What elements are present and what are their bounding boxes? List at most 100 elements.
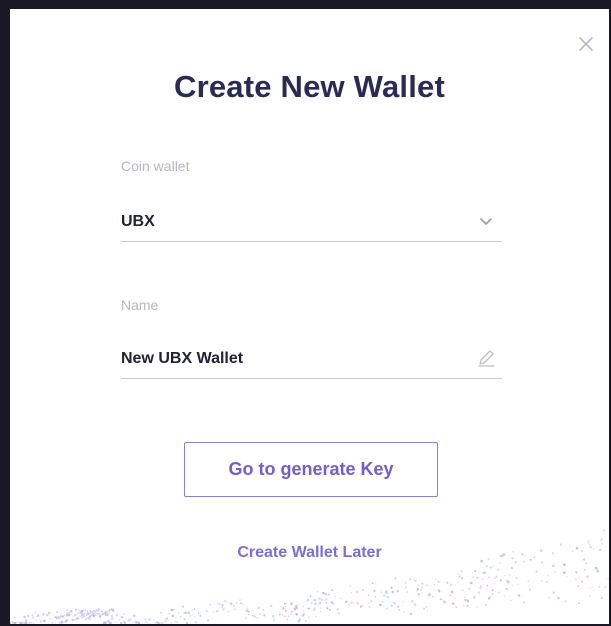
decor-dot <box>122 613 125 615</box>
decor-dot <box>158 621 161 624</box>
decor-dot <box>68 611 71 614</box>
decor-dot <box>154 622 157 624</box>
decor-dot <box>378 603 382 607</box>
decor-dot <box>110 608 113 611</box>
decor-dot <box>108 612 111 614</box>
decor-dot <box>359 605 363 608</box>
coin-wallet-label: Coin wallet <box>121 158 190 174</box>
decor-dot <box>182 612 185 615</box>
decor-dot <box>92 612 95 615</box>
decor-dot <box>318 602 322 605</box>
decor-dot <box>594 566 597 569</box>
decor-dot <box>589 586 592 589</box>
decor-dot <box>244 616 248 620</box>
decor-dot <box>24 621 28 624</box>
coin-wallet-select[interactable]: UBX <box>121 205 502 242</box>
decor-dot <box>414 579 417 583</box>
decor-dot <box>28 621 31 624</box>
decor-dot <box>461 589 464 592</box>
decor-dot <box>106 619 110 623</box>
decor-dot <box>60 620 63 623</box>
decor-dot <box>396 590 399 593</box>
generate-key-button[interactable]: Go to generate Key <box>184 442 438 497</box>
decor-dot <box>413 603 417 606</box>
decor-dot <box>228 602 231 604</box>
decor-dot <box>81 609 83 612</box>
decor-dot <box>517 594 521 597</box>
decor-dot <box>318 597 321 601</box>
decor-dot <box>458 574 460 576</box>
decor-dot <box>20 621 23 624</box>
decor-dot <box>67 613 71 617</box>
decor-dot <box>290 610 293 613</box>
decor-dot <box>466 593 469 596</box>
decor-dot <box>174 620 177 623</box>
decor-dot <box>334 595 336 598</box>
decor-dot <box>304 619 307 622</box>
decor-dot <box>104 614 107 616</box>
decor-dot <box>464 596 466 599</box>
decor-dot <box>385 590 387 592</box>
decor-dot <box>230 602 233 605</box>
decor-dot <box>259 612 262 615</box>
decor-dot <box>170 622 172 624</box>
close-button[interactable] <box>575 33 597 55</box>
decor-dot <box>66 612 69 615</box>
decor-dot <box>193 608 196 610</box>
decor-dot <box>547 575 549 577</box>
decor-dot <box>18 621 22 624</box>
decor-dot <box>217 610 220 612</box>
decor-dot <box>87 612 90 616</box>
decor-dot <box>98 615 101 618</box>
decor-dot <box>286 619 289 621</box>
wallet-name-input[interactable]: New UBX Wallet <box>121 342 502 379</box>
decor-dot <box>593 589 595 592</box>
pencil-icon[interactable] <box>476 348 496 368</box>
decor-dot <box>242 603 244 606</box>
decor-dot <box>428 593 432 596</box>
decor-dot <box>11 620 13 623</box>
decor-dot <box>69 613 72 616</box>
decor-dot <box>221 606 223 609</box>
chevron-down-icon[interactable] <box>476 211 496 231</box>
decor-dot <box>43 620 47 623</box>
decor-dot <box>10 622 12 624</box>
decor-dot <box>156 621 158 623</box>
decor-dot <box>349 601 353 604</box>
decor-dot <box>361 605 364 607</box>
decor-dot <box>247 613 249 616</box>
decor-dot <box>269 604 273 607</box>
decor-dot <box>429 595 432 597</box>
decor-dot <box>171 614 175 618</box>
decor-dot <box>307 616 311 619</box>
decor-dot <box>287 615 290 617</box>
decor-dot <box>262 608 265 612</box>
create-wallet-later-link[interactable]: Create Wallet Later <box>10 544 609 562</box>
decor-dot <box>291 610 294 613</box>
decor-dot <box>89 611 91 614</box>
decor-dot <box>391 590 395 594</box>
decor-dot <box>390 586 393 590</box>
decor-dot <box>115 614 118 617</box>
decor-dot <box>284 605 287 608</box>
decor-dot <box>106 613 109 616</box>
decor-dot <box>206 619 210 622</box>
decor-dot <box>308 607 311 610</box>
decor-dot <box>591 586 594 588</box>
decor-dot <box>271 605 273 608</box>
decor-dot <box>494 577 496 579</box>
decor-dot <box>404 581 407 585</box>
decor-dot <box>479 586 483 590</box>
decor-dot <box>391 590 393 592</box>
decor-dot <box>100 610 103 613</box>
decor-dot <box>510 566 514 570</box>
decor-dot <box>102 621 106 624</box>
decor-dot <box>482 571 485 574</box>
decor-dot <box>74 613 77 617</box>
decor-dot <box>160 611 163 614</box>
decor-dot <box>491 589 494 592</box>
decor-dot <box>587 579 589 581</box>
decor-dot <box>491 592 494 595</box>
decor-dot <box>218 603 221 606</box>
decor-dot <box>485 604 487 606</box>
